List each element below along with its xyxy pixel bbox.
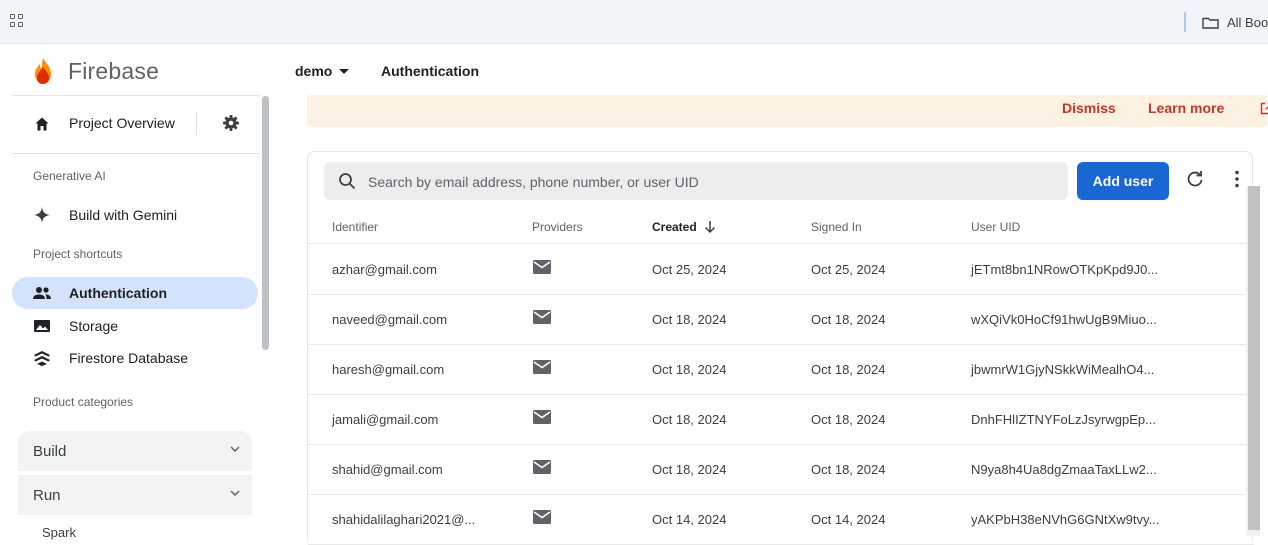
refresh-icon[interactable] [1186, 170, 1204, 188]
divider [12, 95, 260, 96]
project-overview-row[interactable]: Project Overview [0, 103, 260, 143]
table-row[interactable]: haresh@gmail.com Oct 18, 2024 Oct 18, 2024… [308, 345, 1254, 395]
gear-icon[interactable] [222, 114, 240, 132]
sidebar-item-label: Firestore Database [69, 350, 189, 366]
cell-user-uid: yAKPbH38eNVhG6GNtXw9tvy... [971, 512, 1160, 527]
people-icon [33, 287, 51, 299]
project-selector[interactable]: demo [295, 63, 332, 79]
section-label-project-shortcuts: Project shortcuts [33, 247, 123, 261]
section-label-generative-ai: Generative AI [33, 169, 106, 183]
cell-created: Oct 18, 2024 [652, 462, 727, 477]
cell-user-uid: DnhFHlIZTNYFoLzJsyrwgpEp... [971, 412, 1156, 427]
category-label: Build [33, 443, 67, 460]
email-provider-icon [533, 460, 551, 474]
cell-created: Oct 25, 2024 [652, 262, 727, 277]
home-icon [35, 117, 49, 131]
top-bar: demo Authentication [273, 45, 1268, 95]
column-header-user-uid: User UID [971, 220, 1021, 234]
external-link-icon[interactable] [1260, 102, 1268, 115]
table-row[interactable]: shahid@gmail.com Oct 18, 2024 Oct 18, 2024… [308, 445, 1254, 495]
divider [12, 153, 260, 154]
cell-identifier: jamali@gmail.com [332, 412, 439, 427]
main-scrollbar-thumb[interactable] [1248, 186, 1260, 530]
cell-signed-in: Oct 25, 2024 [811, 262, 886, 277]
table-row[interactable]: azhar@gmail.com Oct 25, 2024 Oct 25, 2024 j… [308, 245, 1254, 295]
main-content: Dismiss Learn more Add user Identifier [273, 95, 1268, 545]
sidebar-item-label: Build with Gemini [69, 207, 178, 223]
photo-icon [34, 320, 50, 332]
table-row[interactable]: naveed@gmail.com Oct 18, 2024 Oct 18, 2024… [308, 295, 1254, 345]
folder-icon [1202, 17, 1219, 29]
cell-created: Oct 18, 2024 [652, 362, 727, 377]
cell-identifier: naveed@gmail.com [332, 312, 448, 327]
cell-user-uid: N9ya8h4Ua8dgZmaaTaxLLw2... [971, 462, 1157, 477]
column-header-signed-in[interactable]: Signed In [811, 220, 862, 234]
category-label: Run [33, 487, 61, 504]
sidebar-scrollbar[interactable] [262, 96, 269, 350]
sidebar-item-storage[interactable]: Storage [12, 310, 258, 342]
email-provider-icon [533, 410, 551, 424]
dismiss-button[interactable]: Dismiss [1062, 100, 1116, 116]
table-row[interactable]: jamali@gmail.com Oct 18, 2024 Oct 18, 2024… [308, 395, 1254, 445]
column-header-providers: Providers [532, 220, 583, 234]
cell-created: Oct 18, 2024 [652, 312, 727, 327]
chevron-down-icon [230, 490, 240, 497]
sidebar-item-label: Storage [69, 318, 119, 334]
brand-name: Firebase [68, 58, 160, 84]
arrow-down-icon[interactable] [704, 220, 716, 234]
cell-user-uid: jETmt8bn1NRowOTKpKpd9J0... [971, 262, 1159, 277]
firebase-flame-icon [35, 58, 51, 84]
firestore-icon [34, 351, 50, 366]
cell-signed-in: Oct 18, 2024 [811, 412, 886, 427]
project-overview-label: Project Overview [69, 115, 175, 131]
sidebar-item-firestore-database[interactable]: Firestore Database [12, 342, 258, 374]
column-header-identifier[interactable]: Identifier [332, 220, 378, 234]
column-header-created[interactable]: Created [652, 220, 697, 234]
search-input[interactable] [368, 172, 968, 192]
search-bar[interactable] [324, 162, 1068, 200]
chevron-down-icon [230, 446, 240, 453]
category-run[interactable]: Run [18, 475, 252, 515]
search-icon [339, 173, 356, 190]
cell-signed-in: Oct 18, 2024 [811, 312, 886, 327]
email-provider-icon [533, 510, 551, 524]
learn-more-link[interactable]: Learn more [1148, 100, 1224, 116]
sidebar-item-label: Authentication [69, 285, 167, 301]
cell-identifier: shahidalilaghari2021@... [332, 512, 476, 527]
bookmarks-separator [1184, 12, 1186, 32]
cell-signed-in: Oct 14, 2024 [811, 512, 886, 527]
sparkle-icon [34, 207, 50, 223]
table-row[interactable]: shahidalilaghari2021@... Oct 14, 2024 Oct … [308, 495, 1254, 545]
cell-identifier: haresh@gmail.com [332, 362, 445, 377]
sidebar-item-build-with-gemini[interactable]: Build with Gemini [12, 199, 258, 231]
cell-signed-in: Oct 18, 2024 [811, 462, 886, 477]
category-build[interactable]: Build [18, 431, 252, 471]
email-provider-icon [533, 260, 551, 274]
notice-banner: Dismiss Learn more [307, 95, 1268, 127]
cell-created: Oct 14, 2024 [652, 512, 727, 527]
apps-grid-icon[interactable] [10, 14, 24, 28]
cell-identifier: azhar@gmail.com [332, 262, 437, 277]
more-vert-icon[interactable] [1234, 170, 1240, 188]
table-header: Identifier Providers Created Signed In U… [308, 212, 1254, 244]
section-label-product-categories: Product categories [33, 395, 134, 409]
users-card: Add user Identifier Providers Created Si… [307, 151, 1254, 545]
sidebar: Firebase Project Overview Generative AI … [0, 45, 273, 540]
cell-signed-in: Oct 18, 2024 [811, 362, 886, 377]
cell-created: Oct 18, 2024 [652, 412, 727, 427]
add-user-button[interactable]: Add user [1077, 162, 1169, 200]
cell-identifier: shahid@gmail.com [332, 462, 443, 477]
divider [196, 111, 197, 135]
cell-user-uid: jbwmrW1GjyNSkkWiMealhO4... [971, 362, 1155, 377]
all-bookmarks-link[interactable]: All Boo [1227, 15, 1268, 30]
email-provider-icon [533, 360, 551, 374]
plan-label: Spark [42, 525, 76, 540]
cell-user-uid: wXQiVk0HoCf91hwUgB9Miuo... [971, 312, 1157, 327]
breadcrumb: Authentication [381, 63, 479, 79]
email-provider-icon [533, 310, 551, 324]
bookmarks-bar: All Boo [0, 0, 1268, 44]
sidebar-item-authentication[interactable]: Authentication [12, 277, 258, 309]
caret-down-icon[interactable] [339, 69, 349, 74]
